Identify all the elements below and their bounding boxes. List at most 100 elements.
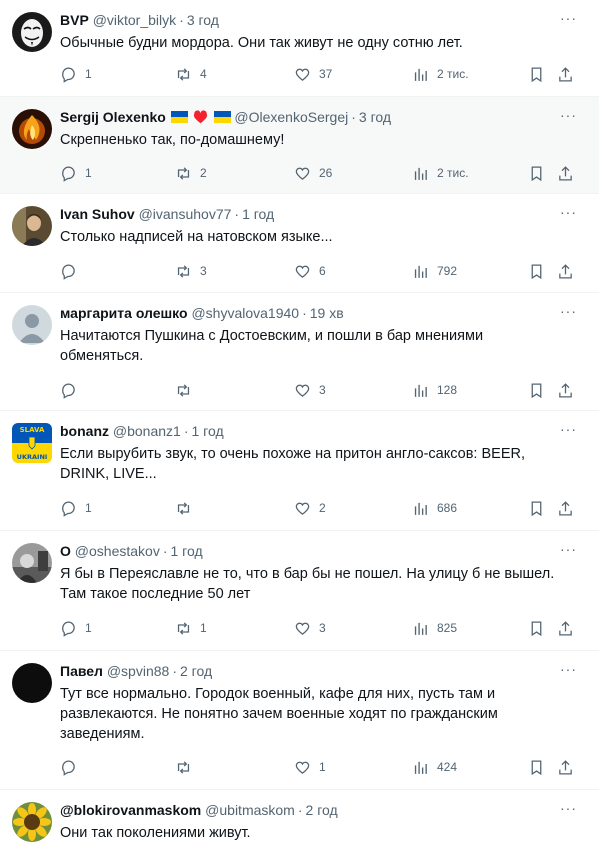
timestamp[interactable]: 1 год — [242, 206, 274, 222]
display-name[interactable]: Ivan Suhov — [60, 206, 135, 222]
reply-item[interactable]: O @oshestakov · 1 год ··· Я бы в Переяслав… — [0, 531, 599, 651]
heart-icon — [295, 761, 310, 774]
avatar[interactable] — [12, 663, 52, 703]
share-button[interactable] — [557, 498, 574, 518]
more-options-icon[interactable]: ··· — [560, 10, 577, 26]
bookmark-button[interactable] — [528, 498, 545, 518]
user-handle[interactable]: @ubitmaskom — [205, 802, 295, 818]
avatar[interactable] — [12, 206, 52, 246]
display-name[interactable]: Sergij Olexenko — [60, 109, 166, 125]
avatar[interactable] — [12, 109, 52, 149]
like-button[interactable]: 26 — [294, 163, 332, 183]
bookmark-button[interactable] — [528, 64, 545, 84]
like-button[interactable]: 6 — [294, 261, 326, 281]
reply-button[interactable]: 1 — [60, 618, 92, 638]
views-button[interactable]: 2 тис. — [412, 64, 469, 84]
avatar[interactable] — [12, 305, 52, 345]
reply-item[interactable]: Павел @spvin88 · 2 год ··· Тут все нормаль… — [0, 651, 599, 790]
like-button[interactable]: 1 — [294, 757, 326, 777]
more-options-icon[interactable]: ··· — [560, 303, 577, 319]
repost-icon — [177, 501, 190, 515]
avatar[interactable] — [12, 802, 52, 842]
reply-item[interactable]: BVP @viktor_bilyk · 3 год ··· Обычные будн… — [0, 0, 599, 97]
repost-button[interactable]: 1 — [175, 618, 207, 638]
user-handle[interactable]: @ivansuhov77 — [139, 206, 232, 222]
more-options-icon[interactable]: ··· — [560, 541, 577, 557]
reply-button[interactable]: 1 — [60, 64, 92, 84]
reply-item[interactable]: SLAVA UKRAINI bonanz @bonanz1 · 1 год ··· … — [0, 411, 599, 531]
bookmark-button[interactable] — [528, 261, 545, 281]
view-count: 128 — [437, 383, 458, 397]
anonymous-mask-avatar-icon — [12, 12, 52, 52]
like-count: 3 — [319, 383, 326, 397]
share-button[interactable] — [557, 380, 574, 400]
reply-item[interactable]: @blokirovanmaskom @ubitmaskom · 2 год ··· … — [0, 790, 599, 854]
more-options-icon[interactable]: ··· — [560, 661, 577, 677]
timestamp[interactable]: 1 год — [192, 423, 224, 439]
display-name[interactable]: O — [60, 543, 71, 559]
reply-button[interactable]: 1 — [60, 498, 92, 518]
avatar[interactable]: SLAVA UKRAINI — [12, 423, 52, 463]
avatar[interactable] — [12, 543, 52, 583]
views-button[interactable]: 128 — [412, 380, 457, 400]
repost-button[interactable] — [175, 757, 200, 777]
bookmark-icon — [531, 66, 542, 82]
like-button[interactable]: 37 — [294, 64, 332, 84]
timestamp[interactable]: 2 год — [180, 663, 212, 679]
reply-item[interactable]: маргарита олешко @shyvalova1940 · 19 хв ··… — [0, 293, 599, 411]
reply-button[interactable] — [60, 757, 85, 777]
timestamp[interactable]: 3 год — [187, 12, 219, 28]
more-options-icon[interactable]: ··· — [560, 800, 577, 816]
display-name[interactable]: BVP — [60, 12, 89, 28]
reply-icon — [62, 263, 75, 280]
repost-button[interactable]: 2 — [175, 163, 207, 183]
views-button[interactable]: 792 — [412, 261, 457, 281]
like-button[interactable]: 2 — [294, 498, 326, 518]
display-name[interactable]: @blokirovanmaskom — [60, 802, 201, 818]
timestamp[interactable]: 3 год — [359, 109, 391, 125]
bookmark-button[interactable] — [528, 163, 545, 183]
views-button[interactable]: 424 — [412, 757, 457, 777]
like-button[interactable]: 3 — [294, 380, 326, 400]
more-options-icon[interactable]: ··· — [560, 107, 577, 123]
avatar-text-top: SLAVA — [20, 426, 45, 434]
display-name[interactable]: маргарита олешко — [60, 305, 188, 321]
timestamp[interactable]: 1 год — [171, 543, 203, 559]
user-handle[interactable]: @shyvalova1940 — [191, 305, 299, 321]
user-handle[interactable]: @viktor_bilyk — [93, 12, 176, 28]
views-button[interactable]: 825 — [412, 618, 457, 638]
bookmark-button[interactable] — [528, 380, 545, 400]
reply-item[interactable]: Ivan Suhov @ivansuhov77 · 1 год ··· Стольк… — [0, 194, 599, 293]
reply-button[interactable] — [60, 380, 85, 400]
repost-button[interactable] — [175, 498, 200, 518]
more-options-icon[interactable]: ··· — [560, 204, 577, 220]
user-handle[interactable]: @spvin88 — [107, 663, 169, 679]
reply-button[interactable]: 1 — [60, 163, 92, 183]
reply-count: 1 — [85, 501, 92, 515]
share-button[interactable] — [557, 757, 574, 777]
bookmark-button[interactable] — [528, 618, 545, 638]
display-name[interactable]: bonanz — [60, 423, 109, 439]
user-handle[interactable]: @bonanz1 — [113, 423, 181, 439]
separator-dot: · — [183, 423, 189, 439]
timestamp[interactable]: 19 хв — [310, 305, 344, 321]
avatar[interactable] — [12, 12, 52, 52]
share-button[interactable] — [557, 261, 574, 281]
reply-button[interactable] — [60, 261, 85, 281]
repost-button[interactable] — [175, 380, 200, 400]
share-button[interactable] — [557, 64, 574, 84]
more-options-icon[interactable]: ··· — [560, 421, 577, 437]
timestamp[interactable]: 2 год — [306, 802, 338, 818]
user-handle[interactable]: @oshestakov — [75, 543, 160, 559]
views-button[interactable]: 2 тис. — [412, 163, 469, 183]
bookmark-button[interactable] — [528, 757, 545, 777]
user-handle[interactable]: @OlexenkoSergej — [234, 109, 348, 125]
like-button[interactable]: 3 — [294, 618, 326, 638]
reply-item[interactable]: Sergij Olexenko @OlexenkoSergej · 3 год ··… — [0, 97, 599, 194]
repost-button[interactable]: 3 — [175, 261, 207, 281]
views-button[interactable]: 686 — [412, 498, 457, 518]
display-name[interactable]: Павел — [60, 663, 103, 679]
share-button[interactable] — [557, 618, 574, 638]
repost-button[interactable]: 4 — [175, 64, 207, 84]
share-button[interactable] — [557, 163, 574, 183]
